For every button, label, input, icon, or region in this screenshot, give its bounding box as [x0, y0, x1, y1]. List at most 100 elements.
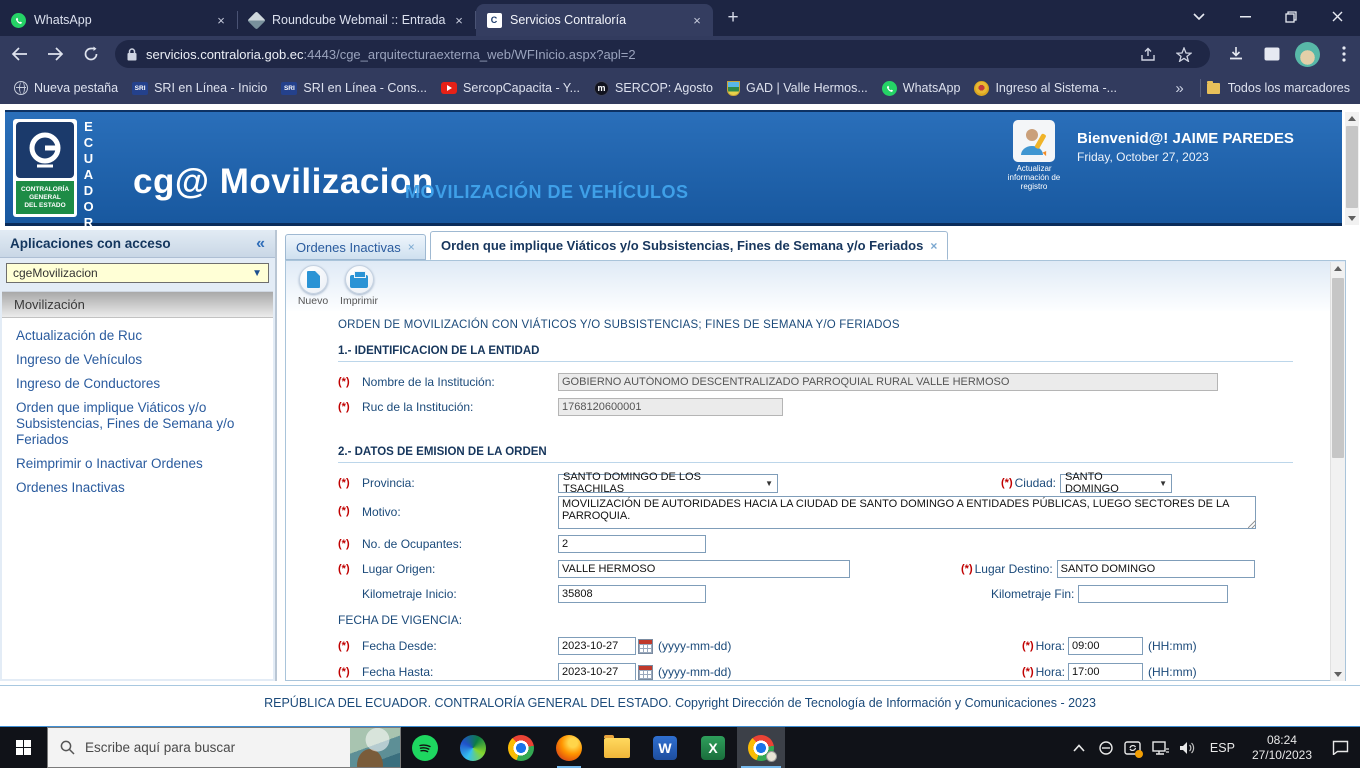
taskbar-apps: W X — [401, 727, 785, 768]
tab-close-icon[interactable]: × — [689, 12, 705, 28]
new-button[interactable]: Nuevo — [290, 264, 336, 311]
bookmark-whatsapp[interactable]: WhatsApp — [881, 80, 960, 96]
ecuador-vertical-label: ECUADOR — [81, 119, 96, 231]
bookmark-sri-consultas[interactable]: SRI SRI en Línea - Cons... — [281, 81, 427, 95]
new-tab-button[interactable]: + — [719, 4, 747, 32]
bookmark-star-icon[interactable] — [1168, 38, 1200, 70]
download-icon[interactable] — [1220, 38, 1252, 70]
sidebar-menu-group[interactable]: Movilización — [2, 292, 273, 318]
bookmark-gad-valle-hermoso[interactable]: GAD | Valle Hermos... — [726, 80, 868, 96]
tab-close-icon[interactable]: × — [451, 12, 467, 28]
volume-icon[interactable] — [1174, 727, 1201, 768]
taskbar-word[interactable]: W — [641, 727, 689, 768]
tab-ordenes-inactivas[interactable]: Ordenes Inactivas × — [285, 234, 426, 260]
bookmark-sercopcapacita[interactable]: SercopCapacita - Y... — [441, 81, 580, 95]
fecha-desde-input[interactable] — [558, 637, 636, 655]
side-panel-icon[interactable] — [1256, 38, 1288, 70]
taskbar-search[interactable]: Escribe aquí para buscar — [47, 727, 401, 768]
language-indicator[interactable]: ESP — [1201, 741, 1244, 755]
application-select[interactable]: cgeMovilizacion ▼ — [6, 263, 269, 283]
taskbar-clock[interactable]: 08:24 27/10/2023 — [1244, 733, 1320, 763]
taskbar-chrome[interactable] — [497, 727, 545, 768]
sidebar-collapse-icon[interactable]: « — [256, 235, 265, 253]
sidebar-item-reimprimir-inactivar[interactable]: Reimprimir o Inactivar Ordenes — [16, 456, 263, 472]
firefox-icon — [556, 734, 582, 761]
address-bar[interactable]: servicios.contraloria.gob.ec:4443/cge_ar… — [115, 40, 1210, 68]
scroll-down-icon[interactable] — [1331, 668, 1345, 681]
print-button[interactable]: Imprimir — [336, 264, 382, 311]
taskbar-edge[interactable] — [449, 727, 497, 768]
taskbar-firefox[interactable] — [545, 727, 593, 768]
sercop-icon: m — [594, 80, 610, 96]
bookmark-sercop-agosto[interactable]: m SERCOP: Agosto — [594, 80, 713, 96]
form-scrollbar[interactable] — [1330, 262, 1345, 681]
origen-input[interactable] — [558, 560, 850, 578]
restore-button[interactable] — [1268, 0, 1314, 33]
network-icon[interactable] — [1147, 727, 1174, 768]
hora-desde-input[interactable] — [1067, 637, 1143, 655]
hora-hasta-input[interactable] — [1067, 663, 1143, 680]
scroll-up-icon[interactable] — [1345, 112, 1359, 125]
provincia-row: (*) Provincia: SANTO DOMINGO DE LOS TSAC… — [338, 471, 1313, 495]
scrollbar-thumb[interactable] — [1346, 126, 1358, 208]
hora-label: Hora: — [1035, 665, 1065, 679]
calendar-icon[interactable] — [638, 638, 653, 654]
bookmark-ingreso-sistema[interactable]: Ingreso al Sistema -... — [974, 80, 1117, 96]
all-bookmarks-label[interactable]: Todos los marcadores — [1228, 81, 1350, 95]
provincia-select[interactable]: SANTO DOMINGO DE LOS TSACHILAS ▼ — [558, 471, 778, 495]
scroll-down-icon[interactable] — [1345, 212, 1359, 225]
sidebar-item-ingreso-conductores[interactable]: Ingreso de Conductores — [16, 376, 263, 392]
close-window-button[interactable] — [1314, 0, 1360, 33]
fecha-hasta-input[interactable] — [558, 663, 636, 680]
hidden-icons-chevron[interactable] — [1066, 727, 1093, 768]
tab-close-icon[interactable]: × — [213, 12, 229, 28]
browser-tab-whatsapp[interactable]: WhatsApp × — [0, 4, 237, 36]
start-button[interactable] — [0, 727, 47, 768]
institution-label: Nombre de la Institución: — [362, 375, 495, 389]
search-highlight-image[interactable] — [350, 728, 400, 767]
bookmarks-overflow-chevron[interactable]: » — [1165, 80, 1193, 97]
resize-grip-icon[interactable] — [1248, 520, 1256, 528]
bookmark-sri-inicio[interactable]: SRI SRI en Línea - Inicio — [132, 81, 267, 95]
update-registration-avatar[interactable] — [1013, 120, 1055, 162]
sync-update-icon[interactable] — [1120, 727, 1147, 768]
tab-close-icon[interactable]: × — [408, 240, 415, 254]
destino-input[interactable] — [1056, 560, 1255, 578]
profile-avatar[interactable] — [1292, 38, 1324, 70]
taskbar-spotify[interactable] — [401, 727, 449, 768]
share-icon[interactable] — [1132, 38, 1164, 70]
bookmark-nueva-pestana[interactable]: Nueva pestaña — [14, 81, 118, 95]
minimize-button[interactable] — [1222, 0, 1268, 33]
banner-scrollbar[interactable] — [1345, 112, 1359, 225]
onedrive-icon[interactable] — [1093, 727, 1120, 768]
excel-icon: X — [701, 735, 725, 760]
motivo-textarea[interactable]: MOVILIZACIÓN DE AUTORIDADES HACIA LA CIU… — [558, 496, 1256, 529]
browser-tab-roundcube[interactable]: Roundcube Webmail :: Entrada × — [238, 4, 475, 36]
taskbar-chrome-active[interactable] — [737, 727, 785, 768]
browser-more-menu-icon[interactable] — [1328, 38, 1360, 70]
action-center-icon[interactable] — [1320, 727, 1360, 768]
scrollbar-thumb[interactable] — [1332, 278, 1344, 458]
scroll-up-icon[interactable] — [1331, 262, 1345, 275]
ciudad-select[interactable]: SANTO DOMINGO ▼ — [1059, 471, 1172, 495]
required-mark: (*) — [338, 376, 350, 388]
sidebar-item-actualizacion-ruc[interactable]: Actualización de Ruc — [16, 328, 263, 344]
taskbar-file-explorer[interactable] — [593, 727, 641, 768]
update-registration-caption[interactable]: Actualizar información de registro — [1004, 164, 1064, 191]
calendar-icon[interactable] — [638, 664, 653, 680]
taskbar-excel[interactable]: X — [689, 727, 737, 768]
km-fin-input[interactable] — [1078, 585, 1229, 603]
reload-icon[interactable] — [75, 38, 107, 70]
sidebar-item-orden-viaticos[interactable]: Orden que implique Viáticos y/o Subsiste… — [16, 400, 263, 448]
ocupantes-input[interactable] — [558, 535, 706, 553]
tab-close-icon[interactable]: × — [930, 239, 937, 253]
sidebar-item-ingreso-vehiculos[interactable]: Ingreso de Vehículos — [16, 352, 263, 368]
forward-icon[interactable] — [40, 38, 72, 70]
taskbar: Escribe aquí para buscar W X ESP 08:24 2… — [0, 726, 1360, 768]
browser-menu-chevron-icon[interactable] — [1176, 0, 1222, 33]
km-inicio-input[interactable] — [558, 585, 706, 603]
back-icon[interactable] — [4, 38, 36, 70]
tab-orden-viaticos-active[interactable]: Orden que implique Viáticos y/o Subsiste… — [430, 231, 949, 260]
browser-tab-contraloria-active[interactable]: C Servicios Contraloría × — [476, 4, 713, 36]
sidebar-item-ordenes-inactivas[interactable]: Ordenes Inactivas — [16, 480, 263, 496]
